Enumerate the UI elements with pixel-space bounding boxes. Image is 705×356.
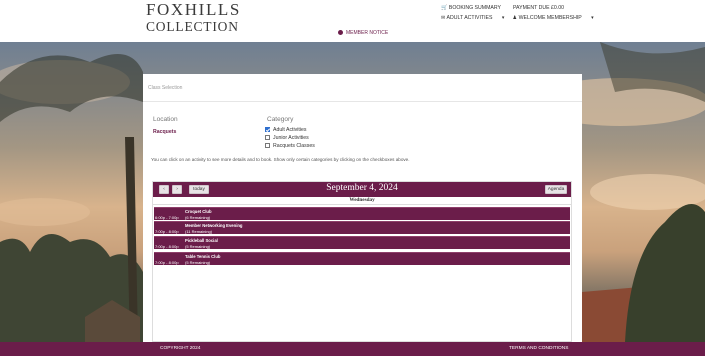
category-label: Junior Activities [273, 135, 309, 141]
calendar-date-title: September 4, 2024 [326, 183, 398, 193]
calendar-toolbar: ‹ › today September 4, 2024 Agenda [153, 182, 571, 197]
event-name: Croquet Club [185, 209, 212, 214]
class-selection-panel: Class Selection Location Racquets Catego… [143, 74, 582, 342]
calendar-event[interactable]: Table Tennis Club 7:00p - 8:00p (5 Remai… [154, 252, 570, 265]
event-time: 6:00p - 7:00p [155, 215, 179, 220]
calendar-event[interactable]: Croquet Club 6:00p - 7:00p (6 Remaining) [154, 207, 570, 220]
event-time: 7:00p - 8:00p [155, 260, 179, 265]
site-footer: COPYRIGHT 2024 TERMS AND CONDITIONS [0, 342, 705, 356]
event-name: Member Networking Evening [185, 223, 243, 228]
logo-line-2: COLLECTION [146, 19, 239, 34]
site-header: FOXHILLS COLLECTION 🛒 BOOKING SUMMARY PAY… [0, 0, 705, 42]
adult-activities-label: ADULT ACTIVITIES [446, 15, 493, 21]
event-time: 7:00p - 8:00p [155, 229, 179, 234]
event-remaining: (5 Remaining) [185, 260, 211, 265]
breadcrumb: Class Selection [148, 85, 183, 91]
member-notice-label: MEMBER NOTICE [346, 30, 389, 36]
agenda-view-button[interactable]: Agenda [545, 185, 567, 194]
welcome-menu[interactable]: ♟ WELCOME MEMBERSHIP ▾ [513, 15, 594, 21]
checkbox-unchecked[interactable] [265, 143, 270, 148]
location-value[interactable]: Racquets [153, 129, 176, 135]
booking-summary-link[interactable]: 🛒 BOOKING SUMMARY [441, 5, 507, 11]
help-text: You can click on an activity to see more… [151, 157, 410, 162]
category-label: Adult Activities [273, 127, 307, 133]
payment-due: PAYMENT DUE £0.00 [512, 5, 565, 11]
booking-summary-label: BOOKING SUMMARY [448, 5, 501, 11]
category-junior-activities[interactable]: Junior Activities [265, 135, 309, 141]
day-column-header: Wednesday [153, 197, 571, 205]
checkbox-unchecked[interactable] [265, 135, 270, 140]
event-remaining: (11 Remaining) [185, 229, 213, 234]
user-nav: ✉ ADULT ACTIVITIES ▾ ♟ WELCOME MEMBERSHIP… [441, 15, 602, 21]
location-heading: Location [153, 116, 178, 123]
category-heading: Category [267, 116, 294, 123]
divider [143, 101, 582, 102]
copyright-text: COPYRIGHT 2024 [160, 346, 201, 351]
event-remaining: (5 Remaining) [185, 244, 211, 249]
logo-line-1: FOXHILLS [146, 0, 241, 19]
event-name: Pickleball Social [185, 238, 218, 243]
welcome-label: WELCOME MEMBERSHIP [518, 15, 582, 21]
account-bar: 🛒 BOOKING SUMMARY PAYMENT DUE £0.00 [441, 5, 570, 11]
event-remaining: (6 Remaining) [185, 215, 211, 220]
calendar-event[interactable]: Member Networking Evening 7:00p - 8:00p … [154, 221, 570, 234]
checkbox-checked[interactable] [265, 127, 270, 132]
info-icon [338, 30, 343, 35]
adult-activities-menu[interactable]: ✉ ADULT ACTIVITIES ▾ [441, 15, 505, 21]
member-notice-link[interactable]: MEMBER NOTICE [338, 30, 388, 36]
calendar-event[interactable]: Pickleball Social 7:00p - 8:00p (5 Remai… [154, 236, 570, 249]
category-label: Racquets Classes [273, 143, 315, 149]
terms-link[interactable]: TERMS AND CONDITIONS [509, 346, 568, 351]
foxhills-logo[interactable]: FOXHILLS COLLECTION [146, 0, 241, 35]
calendar: ‹ › today September 4, 2024 Agenda Wedne… [152, 181, 572, 342]
event-time: 7:00p - 8:00p [155, 244, 179, 249]
category-racquets-classes[interactable]: Racquets Classes [265, 143, 315, 149]
event-name: Table Tennis Club [185, 254, 221, 259]
category-adult-activities[interactable]: Adult Activities [265, 127, 306, 133]
